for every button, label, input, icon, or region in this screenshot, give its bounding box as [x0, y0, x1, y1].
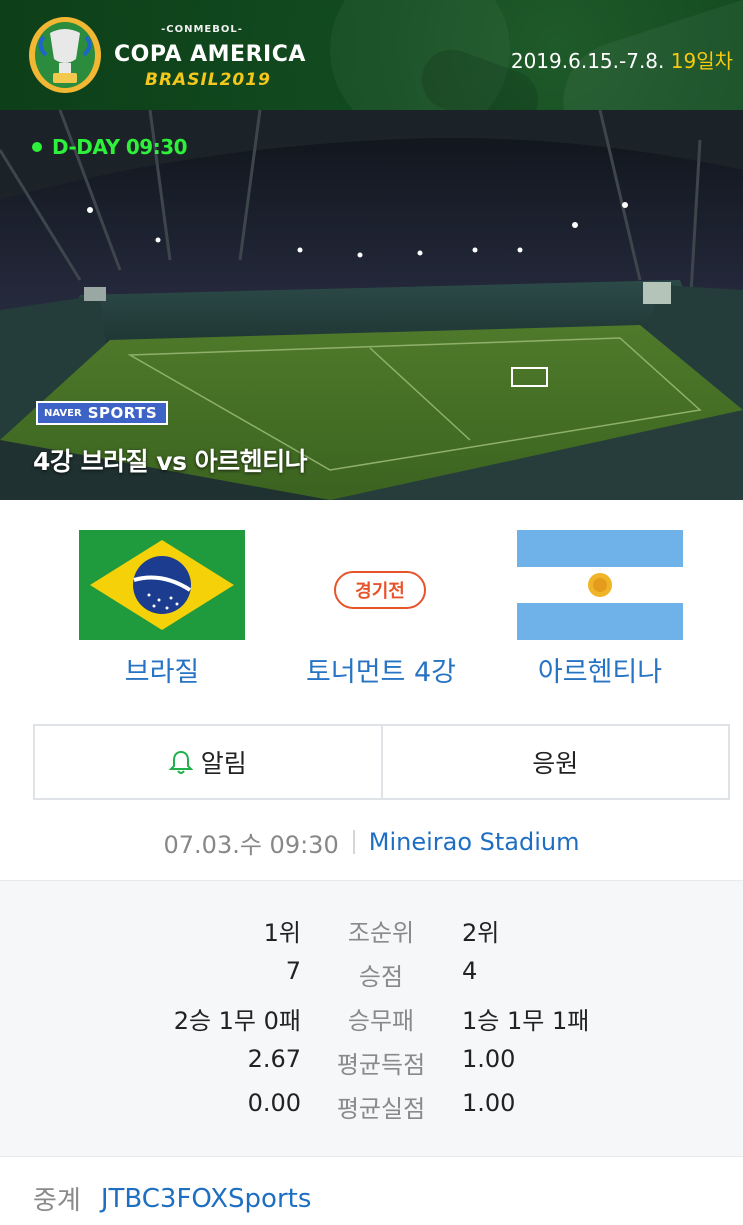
copa-america-header: -CONMEBOL- COPA AMERICA BRASIL2019 2019.…: [0, 0, 743, 110]
broadcast-label: 중계: [33, 1186, 81, 1216]
date-range: 2019.6.15.-7.8.: [510, 49, 665, 73]
tournament-dates: 2019.6.15.-7.8. 19일차: [511, 45, 733, 74]
stat-row: 2승 1무 0패 승무패 1승 1무 1패: [0, 1001, 743, 1041]
stat-label: 평균실점: [336, 1095, 426, 1123]
away-stat: 1.00: [462, 1089, 516, 1117]
alarm-label: 알림: [200, 749, 247, 778]
match-info: 07.03.수 09:30 Mineirao Stadium: [0, 822, 743, 862]
broadcast-info: 중계 JTBC3FOXSports: [33, 1180, 311, 1217]
away-stat: 1.00: [462, 1045, 516, 1073]
stat-row: 1위 조순위 2위: [0, 913, 743, 953]
match-datetime: 07.03.수 09:30: [163, 830, 339, 859]
brasil-2019-label: BRASIL2019: [145, 70, 271, 90]
cheer-label: 응원: [532, 749, 579, 778]
stat-label: 평균득점: [336, 1051, 426, 1079]
stat-label: 승점: [358, 963, 404, 991]
away-stat: 2위: [462, 919, 500, 947]
divider: [352, 830, 355, 854]
stadium-hero-image[interactable]: D-DAY 09:30 NAVER SPORTS 4강 브라질 vs 아르헨티나: [0, 110, 743, 500]
stat-row: 2.67 평균득점 1.00: [0, 1045, 743, 1085]
home-stat: 0.00: [247, 1089, 301, 1117]
home-stat: 1위: [263, 919, 301, 947]
team-stats-table: 1위 조순위 2위 7 승점 4 2승 1무 0패 승무패 1승 1무 1패 2…: [0, 880, 743, 1157]
stadium-link[interactable]: Mineirao Stadium: [369, 828, 580, 856]
badge-naver: NAVER: [44, 407, 82, 419]
home-stat: 2승 1무 0패: [173, 1007, 301, 1035]
bell-icon: [168, 750, 193, 774]
dday-indicator: D-DAY 09:30: [32, 135, 188, 159]
match-teams: 경기전 브라질 토너먼트 4강 아르헨티나: [0, 500, 743, 715]
conmebol-label: -CONMEBOL-: [161, 24, 243, 35]
broadcast-channels[interactable]: JTBC3FOXSports: [101, 1184, 312, 1214]
home-team-name[interactable]: 브라질: [52, 650, 272, 689]
stat-row: 0.00 평균실점 1.00: [0, 1089, 743, 1129]
stat-label: 조순위: [347, 919, 415, 947]
tournament-round: 토너먼트 4강: [306, 657, 456, 688]
trophy-logo: [29, 17, 101, 93]
away-stat: 1승 1무 1패: [462, 1007, 590, 1035]
away-stat: 4: [462, 957, 478, 985]
day-count: 19일차: [670, 49, 733, 73]
alarm-button[interactable]: 알림: [35, 726, 381, 798]
away-team-name[interactable]: 아르헨티나: [490, 650, 710, 689]
match-title: 4강 브라질 vs 아르헨티나: [33, 447, 308, 476]
brazil-flag[interactable]: [79, 530, 245, 640]
naver-sports-badge: NAVER SPORTS: [36, 401, 168, 425]
action-buttons: 알림 응원: [33, 724, 730, 800]
argentina-flag[interactable]: [517, 530, 683, 640]
live-dot-icon: [32, 142, 42, 152]
badge-sports: SPORTS: [87, 404, 158, 422]
home-stat: 2.67: [247, 1045, 301, 1073]
copa-america-title: COPA AMERICA: [114, 42, 306, 67]
match-status-badge: 경기전: [334, 571, 426, 609]
home-stat: 7: [285, 957, 301, 985]
dday-text: D-DAY 09:30: [52, 135, 188, 159]
cheer-button[interactable]: 응원: [380, 726, 729, 798]
stat-row: 7 승점 4: [0, 957, 743, 997]
stat-label: 승무패: [347, 1007, 415, 1035]
